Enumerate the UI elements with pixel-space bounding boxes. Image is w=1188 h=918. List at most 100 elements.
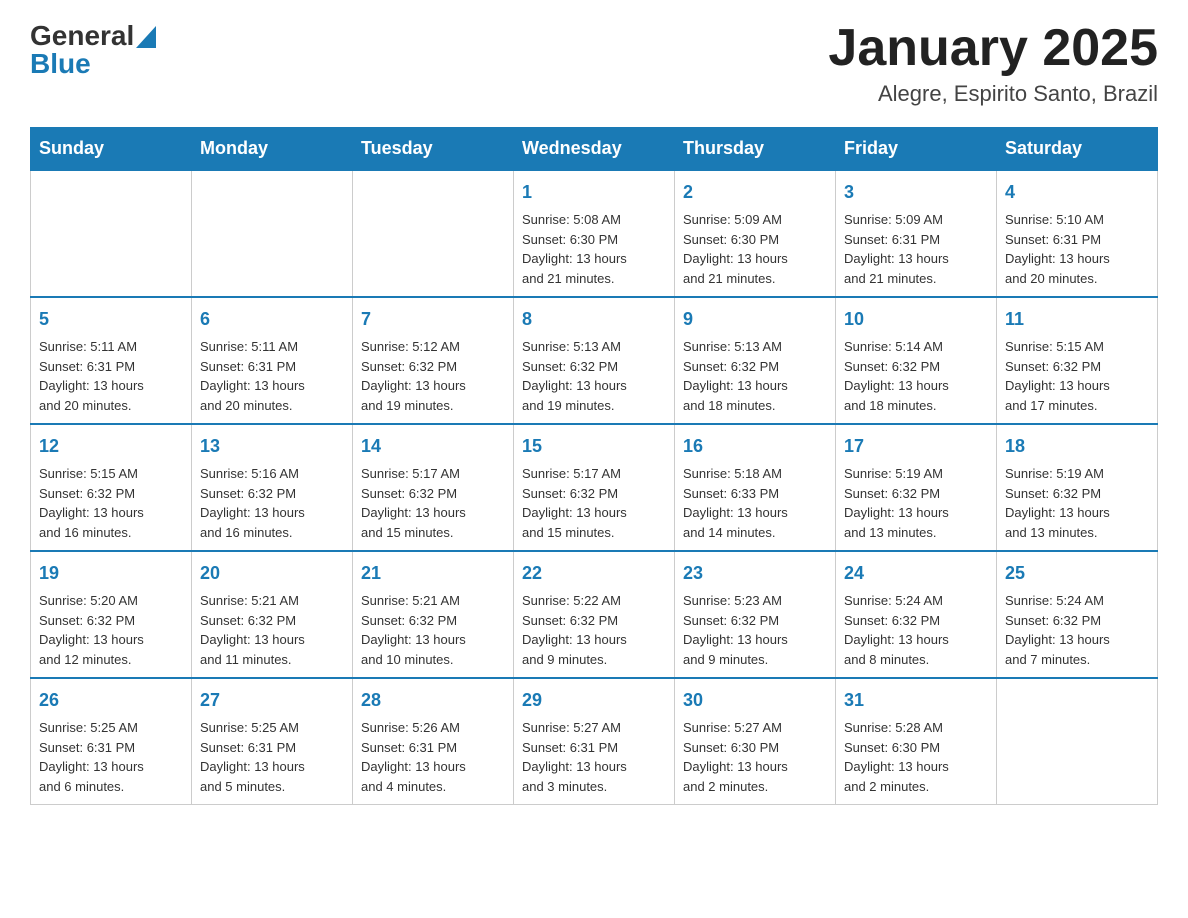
day-info: Daylight: 13 hours (844, 249, 988, 269)
calendar-week-row: 5Sunrise: 5:11 AMSunset: 6:31 PMDaylight… (31, 297, 1158, 424)
day-info: Daylight: 13 hours (361, 503, 505, 523)
day-info: Sunset: 6:32 PM (522, 484, 666, 504)
page-title: January 2025 (828, 20, 1158, 77)
calendar-cell: 9Sunrise: 5:13 AMSunset: 6:32 PMDaylight… (675, 297, 836, 424)
weekday-header-saturday: Saturday (997, 128, 1158, 171)
day-info: Daylight: 13 hours (200, 630, 344, 650)
day-info: Daylight: 13 hours (683, 757, 827, 777)
day-info: Daylight: 13 hours (200, 503, 344, 523)
day-info: Daylight: 13 hours (1005, 503, 1149, 523)
day-info: Sunset: 6:31 PM (522, 738, 666, 758)
day-info: Daylight: 13 hours (200, 757, 344, 777)
calendar-cell: 4Sunrise: 5:10 AMSunset: 6:31 PMDaylight… (997, 170, 1158, 297)
calendar-cell (192, 170, 353, 297)
calendar-cell: 30Sunrise: 5:27 AMSunset: 6:30 PMDayligh… (675, 678, 836, 805)
calendar-week-row: 26Sunrise: 5:25 AMSunset: 6:31 PMDayligh… (31, 678, 1158, 805)
day-info: Daylight: 13 hours (39, 503, 183, 523)
day-info: Daylight: 13 hours (1005, 376, 1149, 396)
day-info: and 9 minutes. (522, 650, 666, 670)
day-info: and 14 minutes. (683, 523, 827, 543)
day-info: Sunrise: 5:28 AM (844, 718, 988, 738)
day-number: 18 (1005, 433, 1149, 460)
calendar-cell: 14Sunrise: 5:17 AMSunset: 6:32 PMDayligh… (353, 424, 514, 551)
weekday-header-monday: Monday (192, 128, 353, 171)
day-info: Sunset: 6:32 PM (361, 611, 505, 631)
day-info: and 10 minutes. (361, 650, 505, 670)
day-info: Sunset: 6:32 PM (1005, 611, 1149, 631)
day-info: and 16 minutes. (200, 523, 344, 543)
day-info: Sunrise: 5:22 AM (522, 591, 666, 611)
calendar-cell: 15Sunrise: 5:17 AMSunset: 6:32 PMDayligh… (514, 424, 675, 551)
day-info: Daylight: 13 hours (522, 376, 666, 396)
day-info: and 18 minutes. (844, 396, 988, 416)
day-info: Sunset: 6:32 PM (1005, 484, 1149, 504)
day-info: Sunrise: 5:12 AM (361, 337, 505, 357)
day-number: 30 (683, 687, 827, 714)
calendar-cell: 17Sunrise: 5:19 AMSunset: 6:32 PMDayligh… (836, 424, 997, 551)
day-info: Daylight: 13 hours (1005, 630, 1149, 650)
day-info: and 21 minutes. (844, 269, 988, 289)
day-info: Sunset: 6:30 PM (844, 738, 988, 758)
calendar-cell: 20Sunrise: 5:21 AMSunset: 6:32 PMDayligh… (192, 551, 353, 678)
calendar-cell: 1Sunrise: 5:08 AMSunset: 6:30 PMDaylight… (514, 170, 675, 297)
calendar-cell: 11Sunrise: 5:15 AMSunset: 6:32 PMDayligh… (997, 297, 1158, 424)
day-info: Sunset: 6:31 PM (361, 738, 505, 758)
title-block: January 2025 Alegre, Espirito Santo, Bra… (828, 20, 1158, 107)
day-info: Sunrise: 5:25 AM (200, 718, 344, 738)
calendar-cell: 19Sunrise: 5:20 AMSunset: 6:32 PMDayligh… (31, 551, 192, 678)
day-info: Daylight: 13 hours (361, 757, 505, 777)
day-info: and 18 minutes. (683, 396, 827, 416)
day-info: Sunset: 6:31 PM (39, 357, 183, 377)
day-info: Sunrise: 5:13 AM (683, 337, 827, 357)
day-info: Daylight: 13 hours (522, 630, 666, 650)
day-info: Sunset: 6:32 PM (1005, 357, 1149, 377)
logo-blue: Blue (30, 48, 156, 80)
day-info: Daylight: 13 hours (844, 630, 988, 650)
day-number: 12 (39, 433, 183, 460)
day-info: Daylight: 13 hours (522, 249, 666, 269)
day-info: Daylight: 13 hours (844, 503, 988, 523)
calendar-week-row: 12Sunrise: 5:15 AMSunset: 6:32 PMDayligh… (31, 424, 1158, 551)
day-info: Daylight: 13 hours (200, 376, 344, 396)
day-info: Daylight: 13 hours (522, 757, 666, 777)
day-info: Sunset: 6:32 PM (683, 611, 827, 631)
day-info: Sunset: 6:32 PM (200, 484, 344, 504)
calendar-week-row: 1Sunrise: 5:08 AMSunset: 6:30 PMDaylight… (31, 170, 1158, 297)
day-info: and 15 minutes. (361, 523, 505, 543)
day-info: Sunrise: 5:13 AM (522, 337, 666, 357)
day-number: 1 (522, 179, 666, 206)
logo-triangle-icon (136, 26, 156, 48)
day-info: Sunset: 6:32 PM (39, 611, 183, 631)
day-info: and 9 minutes. (683, 650, 827, 670)
day-info: and 12 minutes. (39, 650, 183, 670)
day-number: 8 (522, 306, 666, 333)
calendar-cell (31, 170, 192, 297)
day-number: 4 (1005, 179, 1149, 206)
day-info: Sunset: 6:32 PM (39, 484, 183, 504)
day-info: Sunrise: 5:09 AM (844, 210, 988, 230)
calendar-header-row: SundayMondayTuesdayWednesdayThursdayFrid… (31, 128, 1158, 171)
day-info: Sunset: 6:32 PM (844, 611, 988, 631)
day-info: Sunset: 6:31 PM (200, 738, 344, 758)
calendar-cell: 25Sunrise: 5:24 AMSunset: 6:32 PMDayligh… (997, 551, 1158, 678)
day-number: 22 (522, 560, 666, 587)
day-info: and 13 minutes. (1005, 523, 1149, 543)
day-info: Sunset: 6:32 PM (844, 484, 988, 504)
calendar-cell: 21Sunrise: 5:21 AMSunset: 6:32 PMDayligh… (353, 551, 514, 678)
day-info: and 19 minutes. (522, 396, 666, 416)
day-number: 31 (844, 687, 988, 714)
day-info: Sunrise: 5:14 AM (844, 337, 988, 357)
calendar-cell: 26Sunrise: 5:25 AMSunset: 6:31 PMDayligh… (31, 678, 192, 805)
calendar-table: SundayMondayTuesdayWednesdayThursdayFrid… (30, 127, 1158, 805)
day-number: 23 (683, 560, 827, 587)
day-number: 20 (200, 560, 344, 587)
day-number: 21 (361, 560, 505, 587)
day-info: Daylight: 13 hours (361, 630, 505, 650)
calendar-cell: 16Sunrise: 5:18 AMSunset: 6:33 PMDayligh… (675, 424, 836, 551)
day-number: 17 (844, 433, 988, 460)
day-number: 14 (361, 433, 505, 460)
calendar-cell: 2Sunrise: 5:09 AMSunset: 6:30 PMDaylight… (675, 170, 836, 297)
day-number: 9 (683, 306, 827, 333)
day-info: and 8 minutes. (844, 650, 988, 670)
day-info: Sunset: 6:33 PM (683, 484, 827, 504)
